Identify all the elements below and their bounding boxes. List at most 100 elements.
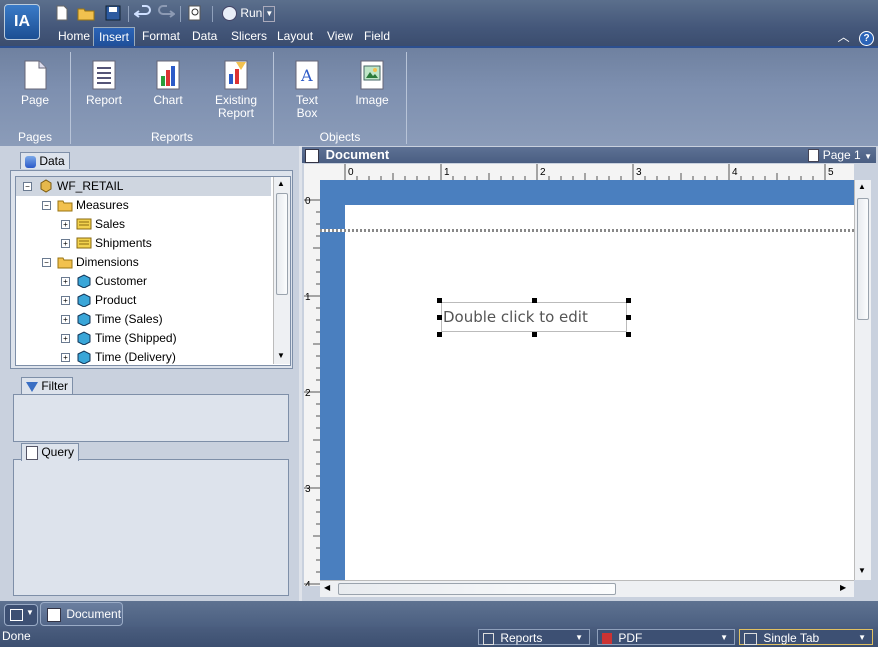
ruler-label: 2: [540, 167, 546, 178]
help-icon[interactable]: ?: [859, 31, 874, 46]
resize-handle[interactable]: [532, 332, 537, 337]
tab-view[interactable]: View: [322, 27, 358, 45]
tree-label: Dimensions: [76, 255, 139, 269]
new-icon[interactable]: [53, 4, 71, 22]
data-tree: − WF_RETAIL − Measures + Sales + Shipmen…: [15, 176, 291, 366]
layout-dropdown[interactable]: Single Tab ▼: [739, 629, 873, 645]
text-box[interactable]: Double click to edit: [441, 302, 627, 332]
dimension-cube-icon: [76, 312, 92, 327]
resize-handle[interactable]: [532, 298, 537, 303]
image-button-label: Image: [355, 93, 389, 107]
measure-icon: [76, 217, 92, 231]
tab-data[interactable]: Data: [187, 27, 222, 45]
page-selector[interactable]: Page 1 ▼: [808, 147, 872, 165]
window-list-button[interactable]: ▼: [4, 604, 38, 626]
tab-slicers[interactable]: Slicers: [226, 27, 272, 45]
ruler-label: 0: [348, 167, 354, 178]
filter-panel[interactable]: [13, 394, 289, 442]
resize-handle[interactable]: [437, 315, 442, 320]
query-panel[interactable]: [13, 459, 289, 596]
page-icon-small: [808, 149, 820, 163]
toolbar-separator: [212, 6, 213, 22]
group-separator: [406, 52, 407, 144]
preview-icon[interactable]: [186, 4, 204, 22]
image-button[interactable]: Image: [351, 60, 393, 107]
collapse-ribbon-icon[interactable]: ︿: [838, 30, 850, 44]
report-button[interactable]: Report: [82, 60, 126, 107]
tree-label: Time (Sales): [95, 312, 163, 326]
collapse-icon[interactable]: −: [23, 182, 32, 191]
save-icon[interactable]: [104, 4, 122, 22]
resize-handle[interactable]: [437, 298, 442, 303]
scroll-left-icon[interactable]: ◀: [324, 583, 330, 592]
existing-report-button[interactable]: Existing Report: [212, 60, 260, 120]
resize-handle[interactable]: [626, 298, 631, 303]
app-logo[interactable]: IA: [4, 4, 40, 40]
collapse-icon[interactable]: −: [42, 258, 51, 267]
chart-icon: [154, 60, 182, 90]
dimension-cube-icon: [76, 350, 92, 365]
expand-icon[interactable]: +: [61, 353, 70, 362]
document-chart-icon: [47, 607, 61, 622]
reports-dropdown[interactable]: Reports ▼: [478, 629, 590, 645]
format-dropdown-label: PDF: [618, 631, 643, 645]
format-dropdown[interactable]: PDF ▼: [597, 629, 735, 645]
chart-button[interactable]: Chart: [146, 60, 190, 107]
tree-scroll-thumb[interactable]: [276, 193, 288, 295]
window-list-icon: [10, 609, 23, 621]
resize-handle[interactable]: [626, 332, 631, 337]
data-panel-label: Data: [39, 154, 65, 168]
tab-home[interactable]: Home: [53, 27, 95, 45]
document-vertical-scrollbar[interactable]: ▲ ▼: [854, 180, 871, 580]
open-folder-icon[interactable]: [77, 4, 95, 22]
measure-icon: [76, 236, 92, 250]
existing-report-button-label: Existing Report: [214, 93, 258, 120]
expand-icon[interactable]: +: [61, 220, 70, 229]
page-button-label: Page: [20, 93, 50, 107]
tab-insert[interactable]: Insert: [93, 27, 136, 46]
collapse-icon[interactable]: −: [42, 201, 51, 210]
expand-icon[interactable]: +: [61, 239, 70, 248]
redo-icon[interactable]: [157, 4, 176, 22]
chevron-down-icon[interactable]: ▼: [263, 5, 276, 22]
chevron-down-icon: ▼: [720, 633, 728, 642]
tab-field[interactable]: Field: [359, 27, 395, 45]
resize-handle[interactable]: [626, 315, 631, 320]
chevron-down-icon[interactable]: ▼: [864, 152, 872, 161]
tab-document[interactable]: Document: [40, 602, 123, 626]
expand-icon[interactable]: +: [61, 315, 70, 324]
image-icon: [358, 60, 386, 90]
undo-icon[interactable]: [133, 4, 152, 22]
scroll-up-icon[interactable]: ▲: [277, 179, 285, 188]
tab-layout[interactable]: Layout: [272, 27, 318, 45]
scroll-right-icon[interactable]: ▶: [840, 583, 846, 592]
expand-icon[interactable]: +: [61, 334, 70, 343]
ruler-label: 0: [305, 196, 311, 207]
document-icon: [305, 148, 319, 163]
ruler-label: 1: [305, 292, 311, 303]
group-label-reports: Reports: [150, 130, 194, 144]
expand-icon[interactable]: +: [61, 277, 70, 286]
vertical-scroll-thumb[interactable]: [857, 198, 869, 320]
tab-format[interactable]: Format: [137, 27, 185, 45]
vertical-ruler-ticks: 0 1 2 3 4: [304, 196, 320, 586]
page-button[interactable]: Page: [14, 60, 56, 107]
query-document-icon: [26, 445, 38, 460]
document-horizontal-scrollbar[interactable]: ◀ ▶: [320, 580, 854, 597]
toolbar-separator: [128, 6, 129, 22]
resize-handle[interactable]: [437, 332, 442, 337]
run-button[interactable]: Run ▼: [222, 4, 276, 22]
cube-icon: [38, 179, 54, 193]
scroll-down-icon[interactable]: ▼: [277, 351, 285, 360]
tree-root[interactable]: − WF_RETAIL: [16, 177, 271, 196]
ruler-label: 2: [305, 388, 311, 399]
horizontal-scroll-thumb[interactable]: [338, 583, 616, 595]
text-box-button[interactable]: A Text Box: [286, 60, 328, 120]
expand-icon[interactable]: +: [61, 296, 70, 305]
tree-scrollbar[interactable]: ▲ ▼: [273, 177, 290, 364]
scroll-up-icon[interactable]: ▲: [858, 182, 866, 191]
ruler-label: 1: [444, 167, 450, 178]
ruler-corner: [304, 164, 321, 181]
scroll-down-icon[interactable]: ▼: [858, 566, 866, 575]
document-page[interactable]: [345, 205, 854, 580]
